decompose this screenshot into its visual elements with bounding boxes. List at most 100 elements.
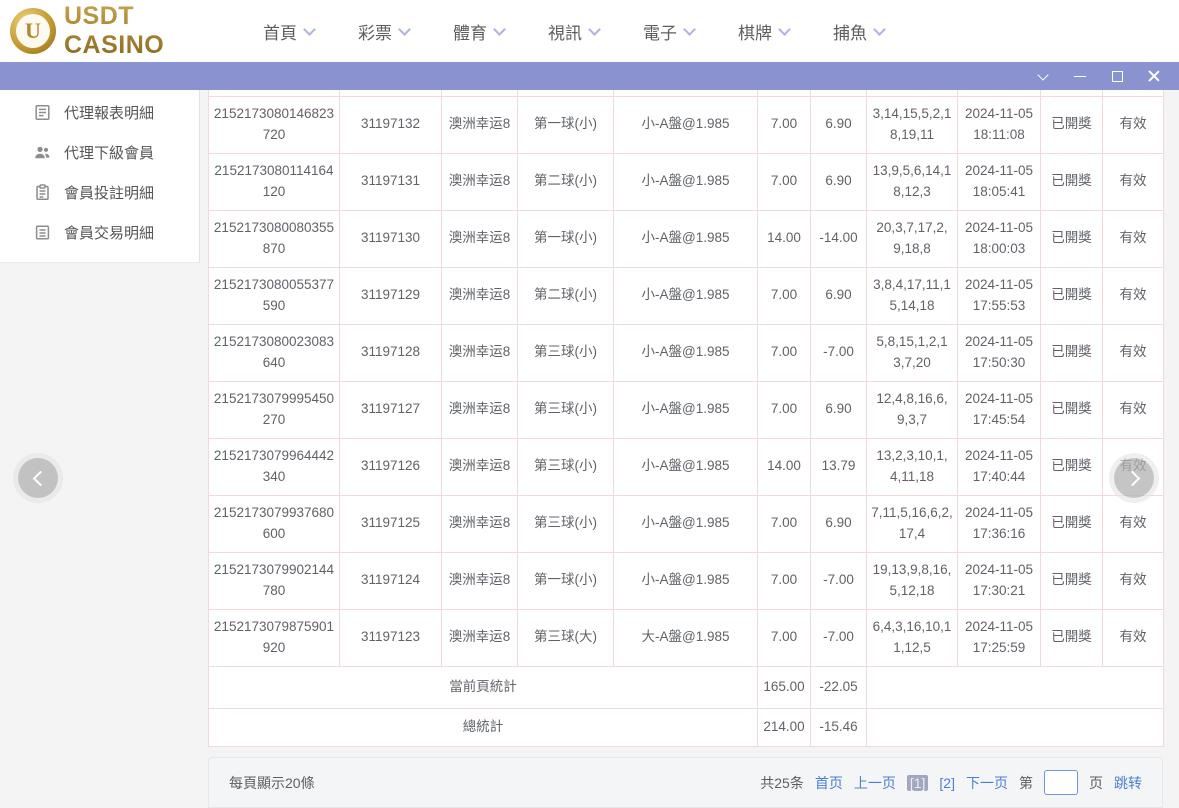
- cell-valid: 有效: [1103, 96, 1164, 153]
- summary-amount: 165.00: [758, 666, 811, 708]
- cell-content: 小-A盤@1.985: [614, 438, 758, 495]
- prev-page-link[interactable]: 上一页: [854, 773, 896, 793]
- cell-bet-no: 2152173080023083640: [209, 324, 340, 381]
- cell-amount: 7.00: [758, 552, 811, 609]
- cell-result: 3,14,15,5,2,18,19,11: [867, 96, 958, 153]
- table-row: 215217307999545027031197127澳洲幸运8第三球(小)小-…: [209, 381, 1164, 438]
- cell-valid: 有效: [1103, 210, 1164, 267]
- sidebar-item-label: 代理下級會員: [64, 142, 154, 163]
- cell-period: 31197132: [340, 96, 442, 153]
- cell-bet-no: 2152173079937680600: [209, 495, 340, 552]
- cell-period: 31197129: [340, 267, 442, 324]
- cell-status: 已開獎: [1041, 324, 1103, 381]
- cell-game: 澳洲幸运8: [442, 438, 518, 495]
- sidebar-item-1[interactable]: 代理報表明細: [0, 92, 199, 132]
- table-row: 215217307993768060031197125澳洲幸运8第三球(小)小-…: [209, 495, 1164, 552]
- table-row: 215217307996444234031197126澳洲幸运8第三球(小)小-…: [209, 438, 1164, 495]
- page-link-1[interactable]: [1]: [907, 775, 929, 791]
- nav-item-4[interactable]: 視訊: [548, 19, 599, 44]
- cell-time: 2024-11-05 17:55:53: [958, 267, 1041, 324]
- cell-win-loss: 6.90: [811, 381, 867, 438]
- cell-time: 2024-11-05 17:30:21: [958, 552, 1041, 609]
- table-row: 215217308011416412031197131澳洲幸运8第二球(小)小-…: [209, 153, 1164, 210]
- nav-item-6[interactable]: 棋牌: [738, 19, 789, 44]
- table-row: 215217308014682372031197132澳洲幸运8第一球(小)小-…: [209, 96, 1164, 153]
- cell-content: 小-A盤@1.985: [614, 153, 758, 210]
- cell-content: 小-A盤@1.985: [614, 324, 758, 381]
- cell-status: 已開獎: [1041, 552, 1103, 609]
- cell-valid: 有效: [1103, 153, 1164, 210]
- cell-valid: 有效: [1103, 552, 1164, 609]
- cell-content: 小-A盤@1.985: [614, 96, 758, 153]
- sidebar-item-2[interactable]: 代理下級會員: [0, 132, 199, 172]
- chevron-down-icon: [398, 23, 411, 36]
- jump-go-link[interactable]: 跳转: [1114, 773, 1142, 793]
- sidebar-item-4[interactable]: 會員交易明細: [0, 212, 199, 252]
- nav-item-2[interactable]: 彩票: [358, 19, 409, 44]
- cell-amount: 7.00: [758, 381, 811, 438]
- cell-content: 小-A盤@1.985: [614, 267, 758, 324]
- nav-item-7[interactable]: 捕魚: [833, 19, 884, 44]
- scroll-left-button[interactable]: [18, 458, 58, 498]
- cell-win-loss: -7.00: [811, 609, 867, 666]
- cell-content: 小-A盤@1.985: [614, 552, 758, 609]
- cell-result: 3,8,4,17,11,15,14,18: [867, 267, 958, 324]
- cell-status: 已開獎: [1041, 96, 1103, 153]
- bet-table-container: 215217308014682372031197132澳洲幸运8第一球(小)小-…: [208, 90, 1163, 747]
- chevron-down-icon: [683, 23, 696, 36]
- nav-item-1[interactable]: 首頁: [263, 19, 314, 44]
- summary-win-loss: -15.46: [811, 708, 867, 746]
- pagination-bar: 每頁顯示20條 共25条 首页 上一页 [1][2] 下一页 第 页 跳转: [208, 757, 1163, 808]
- chevron-down-icon: [778, 23, 791, 36]
- nav-item-label: 首頁: [263, 19, 297, 44]
- next-page-link[interactable]: 下一页: [966, 773, 1008, 793]
- chevron-down-icon: [493, 23, 506, 36]
- maximize-icon[interactable]: [1110, 69, 1124, 83]
- summary-current-row: 當前頁統計165.00-22.05: [209, 666, 1164, 708]
- nav-item-label: 彩票: [358, 19, 392, 44]
- page-link-2[interactable]: [2]: [939, 775, 955, 791]
- cell-status: 已開獎: [1041, 609, 1103, 666]
- cell-play: 第一球(小): [518, 552, 614, 609]
- cell-period: 31197126: [340, 438, 442, 495]
- pager: 共25条 首页 上一页 [1][2] 下一页 第 页 跳转: [760, 770, 1142, 795]
- cell-win-loss: 6.90: [811, 267, 867, 324]
- cell-period: 31197128: [340, 324, 442, 381]
- logo-letter: U: [16, 14, 50, 48]
- top-bar: U USDT CASINO 首頁彩票體育視訊電子棋牌捕魚: [0, 0, 1179, 62]
- cell-play: 第三球(小): [518, 495, 614, 552]
- cell-time: 2024-11-05 18:05:41: [958, 153, 1041, 210]
- cell-valid: 有效: [1103, 267, 1164, 324]
- cell-content: 大-A盤@1.985: [614, 609, 758, 666]
- table-row: 215217308005537759031197129澳洲幸运8第二球(小)小-…: [209, 267, 1164, 324]
- cell-result: 13,9,5,6,14,18,12,3: [867, 153, 958, 210]
- first-page-link[interactable]: 首页: [815, 773, 843, 793]
- table-row: 215217307990214478031197124澳洲幸运8第一球(小)小-…: [209, 552, 1164, 609]
- cell-result: 6,4,3,16,10,11,12,5: [867, 609, 958, 666]
- cell-amount: 7.00: [758, 324, 811, 381]
- cell-result: 19,13,9,8,16,5,12,18: [867, 552, 958, 609]
- cell-win-loss: -14.00: [811, 210, 867, 267]
- jump-page-input[interactable]: [1044, 770, 1078, 795]
- cell-result: 13,2,3,10,1,4,11,18: [867, 438, 958, 495]
- nav-item-label: 體育: [453, 19, 487, 44]
- nav-item-3[interactable]: 體育: [453, 19, 504, 44]
- cell-bet-no: 2152173079995450270: [209, 381, 340, 438]
- chevron-down-icon[interactable]: [1036, 69, 1050, 83]
- cell-win-loss: -7.00: [811, 324, 867, 381]
- minimize-icon[interactable]: [1073, 69, 1087, 83]
- clipboard-icon: [34, 184, 51, 201]
- sidebar-item-3[interactable]: 會員投註明細: [0, 172, 199, 212]
- cell-game: 澳洲幸运8: [442, 552, 518, 609]
- chevron-left-icon: [32, 470, 48, 486]
- close-icon[interactable]: [1147, 69, 1161, 83]
- cell-time: 2024-11-05 17:36:16: [958, 495, 1041, 552]
- cell-time: 2024-11-05 17:25:59: [958, 609, 1041, 666]
- cell-play: 第一球(小): [518, 96, 614, 153]
- summary-empty: [867, 666, 1164, 708]
- cell-period: 31197127: [340, 381, 442, 438]
- scroll-right-button[interactable]: [1114, 458, 1154, 498]
- nav-item-5[interactable]: 電子: [643, 19, 694, 44]
- nav-item-label: 視訊: [548, 19, 582, 44]
- jump-label-after: 页: [1089, 773, 1103, 793]
